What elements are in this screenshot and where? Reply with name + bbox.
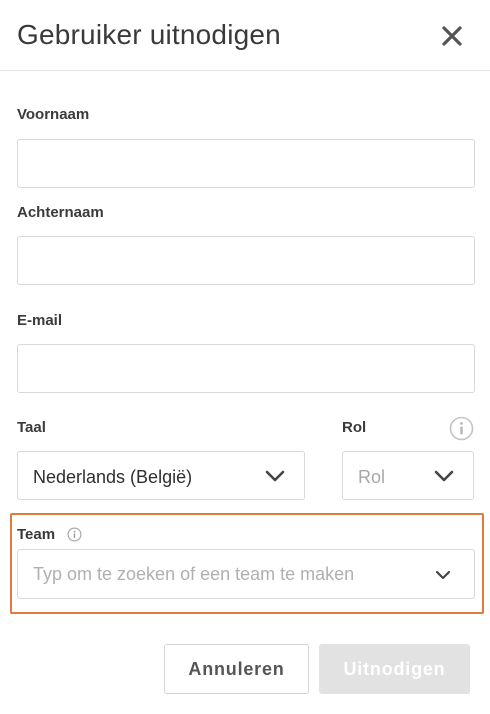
close-icon[interactable]	[436, 20, 468, 52]
dialog-header: Gebruiker uitnodigen	[0, 0, 490, 71]
role-select[interactable]: Rol	[342, 451, 474, 500]
last-name-input[interactable]	[17, 236, 475, 285]
role-label: Rol	[342, 419, 367, 436]
last-name-label: Achternaam	[17, 204, 104, 221]
language-select-value: Nederlands (België)	[33, 467, 193, 487]
chevron-down-icon	[434, 568, 452, 587]
team-search-select[interactable]: Typ om te zoeken of een team te maken	[17, 549, 475, 599]
language-select[interactable]: Nederlands (België)	[17, 451, 305, 500]
role-select-placeholder: Rol	[358, 467, 386, 487]
team-search-placeholder: Typ om te zoeken of een team te maken	[33, 564, 355, 584]
invite-button[interactable]: Uitnodigen	[319, 644, 470, 694]
team-label: Team	[17, 526, 56, 543]
chevron-down-icon	[433, 468, 455, 489]
email-label: E-mail	[17, 312, 63, 329]
language-label: Taal	[17, 419, 46, 436]
info-icon[interactable]	[449, 416, 474, 441]
first-name-input[interactable]	[17, 139, 475, 188]
cancel-button[interactable]: Annuleren	[164, 644, 309, 694]
info-icon[interactable]	[67, 527, 82, 542]
first-name-label: Voornaam	[17, 106, 90, 123]
chevron-down-icon	[264, 468, 286, 489]
dialog-title: Gebruiker uitnodigen	[17, 19, 281, 50]
email-input[interactable]	[17, 344, 475, 393]
